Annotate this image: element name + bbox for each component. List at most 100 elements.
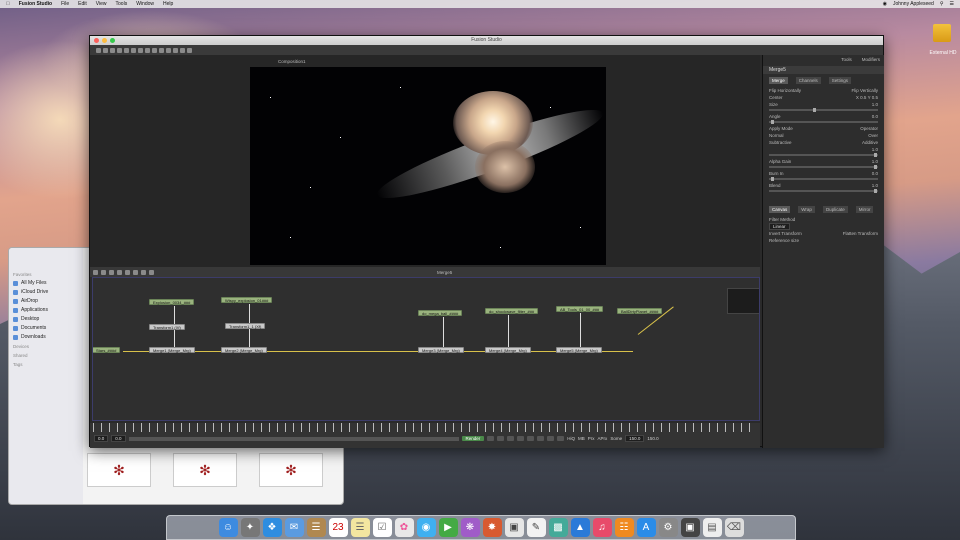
- transform-checkboxes[interactable]: Invert Transform Flatten Transform: [763, 230, 884, 237]
- additive-slider[interactable]: [769, 153, 878, 157]
- play-icon[interactable]: [517, 436, 525, 441]
- minimize-button[interactable]: [102, 38, 107, 43]
- apply-mode-select[interactable]: Normal Over: [763, 132, 884, 139]
- flow-node-merge1[interactable]: Merge1 (Merge_Mrg): [149, 347, 195, 353]
- zoom-button[interactable]: [110, 38, 115, 43]
- save-icon[interactable]: [110, 47, 115, 53]
- dock-numbers-icon[interactable]: ▩: [548, 518, 568, 537]
- flow-node-merge5[interactable]: Merge5 (Merge_Mrg): [556, 347, 602, 353]
- window-titlebar[interactable]: Fusion Studio: [90, 36, 883, 45]
- invert-transform-checkbox[interactable]: Invert Transform: [769, 231, 802, 236]
- start-frame-field[interactable]: 0.0: [94, 435, 109, 442]
- dock-ibooks-icon[interactable]: ☷: [614, 518, 634, 537]
- dock-notes-icon[interactable]: ☰: [350, 518, 370, 537]
- tab-tools[interactable]: Tools: [841, 57, 852, 62]
- skip-start-icon[interactable]: [487, 436, 495, 441]
- flow-node-transform1[interactable]: Transform1 (Xf): [149, 324, 185, 330]
- dock-keynote-icon[interactable]: ▲: [570, 518, 590, 537]
- dock-messages-icon[interactable]: ◉: [416, 518, 436, 537]
- cut-icon[interactable]: [131, 47, 136, 53]
- menu-tools[interactable]: Tools: [116, 1, 128, 7]
- current-frame-field[interactable]: 0.0: [111, 435, 126, 442]
- dock-app-store-icon[interactable]: A: [636, 518, 656, 537]
- audio-icon[interactable]: [557, 436, 565, 441]
- dock-textedit-icon[interactable]: ✎: [526, 518, 546, 537]
- menu-view[interactable]: View: [96, 1, 107, 7]
- flatten-transform-checkbox[interactable]: Flatten Transform: [843, 231, 878, 236]
- sidebar-item-documents[interactable]: Documents: [13, 325, 79, 331]
- dock-mail-icon[interactable]: ✉: [284, 518, 304, 537]
- burn-in-slider[interactable]: [769, 177, 878, 181]
- alpha-gain-slider[interactable]: [769, 165, 878, 169]
- dock-facetime-icon[interactable]: ▶: [438, 518, 458, 537]
- dock-preview-icon[interactable]: ▣: [504, 518, 524, 537]
- dock-documents-icon[interactable]: ▤: [702, 518, 722, 537]
- dock-trash-icon[interactable]: ⌫: [724, 518, 744, 537]
- center-row[interactable]: Center X 0.5 Y 0.5: [763, 94, 884, 101]
- flow-node-ab-tools[interactable]: AB_Tools_01_00_###: [556, 306, 604, 312]
- mb-button[interactable]: MB: [578, 436, 585, 441]
- dock-system-preferences-icon[interactable]: ⚙: [658, 518, 678, 537]
- global-end-field[interactable]: 150.0: [647, 436, 658, 441]
- subtab-channels[interactable]: Channels: [795, 77, 821, 84]
- flow-node-stars[interactable]: Stars_####: [93, 347, 121, 353]
- dock-calendar-icon[interactable]: 23: [328, 518, 348, 537]
- wifi-icon[interactable]: ◉: [883, 1, 887, 7]
- flow-node-dirty-planet[interactable]: BallDirtyPlanet_####: [617, 308, 663, 314]
- dock-fusion-icon[interactable]: ❋: [460, 518, 480, 537]
- time-ruler[interactable]: [93, 423, 757, 432]
- flow-node-wispy[interactable]: Wispy_explosion_01###: [221, 297, 273, 303]
- layout-icon[interactable]: [180, 47, 185, 53]
- menu-app-name[interactable]: Fusion Studio: [19, 1, 52, 7]
- sidebar-item-icloud-drive[interactable]: iCloud Drive: [13, 289, 79, 295]
- dock-davinci-icon[interactable]: ✸: [482, 518, 502, 537]
- tab-canvas[interactable]: Canvas: [769, 206, 791, 213]
- skip-end-icon[interactable]: [537, 436, 545, 441]
- sidebar-item-applications[interactable]: Applications: [13, 307, 79, 313]
- layout-icon[interactable]: [173, 47, 178, 53]
- new-icon[interactable]: [96, 47, 101, 53]
- user-name[interactable]: Johnny Appleseed: [893, 1, 934, 7]
- file-thumbnail[interactable]: ✻: [87, 453, 151, 487]
- menu-file[interactable]: File: [61, 1, 69, 7]
- tool-icon[interactable]: [109, 269, 114, 275]
- flip-row[interactable]: Flip Horizontally Flip Vertically: [763, 87, 884, 94]
- step-back-icon[interactable]: [497, 436, 505, 441]
- tool-icon[interactable]: [133, 269, 138, 275]
- tool-icon[interactable]: [117, 269, 122, 275]
- aprx-button[interactable]: APrx: [598, 436, 608, 441]
- script-icon[interactable]: [187, 47, 192, 53]
- size-slider[interactable]: [769, 108, 878, 112]
- filter-method-select[interactable]: Linear: [763, 223, 884, 230]
- end-frame-field[interactable]: 150.0: [625, 435, 645, 442]
- tab-mirror[interactable]: Mirror: [855, 206, 874, 213]
- flow-editor[interactable]: Explosion_0034_### Wispy_explosion_01###…: [92, 277, 760, 421]
- sidebar-item-all-my-files[interactable]: All My Files: [13, 280, 79, 286]
- tab-wrap[interactable]: Wrap: [798, 206, 815, 213]
- flow-node-transform1-1[interactable]: Transform1_1 (Xf): [225, 323, 266, 329]
- tab-duplicate[interactable]: Duplicate: [822, 206, 848, 213]
- apple-icon[interactable]: : [6, 1, 10, 7]
- sidebar-item-desktop[interactable]: Desktop: [13, 316, 79, 322]
- step-forward-icon[interactable]: [527, 436, 535, 441]
- copy-icon[interactable]: [138, 47, 143, 53]
- some-button[interactable]: Some: [610, 436, 622, 441]
- viewer-panel[interactable]: Composition1: [90, 55, 760, 267]
- sidebar-item-downloads[interactable]: Downloads: [13, 334, 79, 340]
- tool-icon[interactable]: [93, 269, 98, 275]
- open-icon[interactable]: [103, 47, 108, 53]
- hiq-button[interactable]: HiQ: [567, 436, 575, 441]
- close-button[interactable]: [94, 38, 99, 43]
- dock-reminders-icon[interactable]: ☑: [372, 518, 392, 537]
- time-slider[interactable]: [128, 436, 459, 441]
- redo-icon[interactable]: [124, 47, 129, 53]
- list-icon[interactable]: ☰: [950, 1, 954, 7]
- tool-icon[interactable]: [101, 269, 106, 275]
- dock-itunes-icon[interactable]: ♫: [592, 518, 612, 537]
- layout-icon[interactable]: [159, 47, 164, 53]
- tool-icon[interactable]: [149, 269, 154, 275]
- prx-button[interactable]: Prx: [588, 436, 595, 441]
- sidebar-item-airdrop[interactable]: AirDrop: [13, 298, 79, 304]
- tool-icon[interactable]: [125, 269, 130, 275]
- render-button[interactable]: Render: [461, 436, 485, 441]
